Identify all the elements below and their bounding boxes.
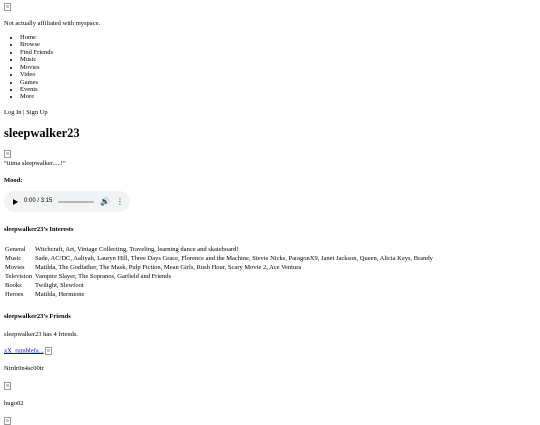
friend-name: Ntrdr0n4sc00tr [4,365,44,373]
table-row: Movies Matilda, The Godfather, The Mask,… [4,263,435,272]
audio-player: 0:00 / 3:15 🔊 ⋮ [4,191,130,213]
signup-link[interactable]: Sign Up [26,109,48,116]
audio-progress-track[interactable] [58,200,95,203]
interest-category: General [5,246,26,254]
profile-username: sleepwalker23 [4,125,80,140]
profile-quote: “iiima sleepwalker.....!” [4,159,66,167]
interest-category: Heroes [5,291,24,299]
interest-value: Matilda, The Godfather, The Mask, Pulp F… [34,264,302,272]
friend-avatar[interactable] [4,416,536,425]
audio-time: 0:00 / 3:15 [24,198,53,205]
login-link[interactable]: Log In [4,109,22,116]
friend-name: hugo02 [4,400,24,408]
interest-value: Sade, AC/DC, Aaliyah, Lauryn Hill, Three… [34,255,433,263]
nav-item-browse[interactable]: Browse [20,41,536,48]
broken-image-icon [4,416,11,425]
table-row: Books Twilight, Slewfoot [4,281,435,290]
table-row: Television Vampire Slayer, The Sopranos,… [4,272,435,281]
list-item: xX_rumblefa... [4,346,536,355]
nav-item-home[interactable]: Home [20,34,536,41]
interests-table: General Witchcraft, Art, Vintage Collect… [4,245,435,299]
interest-category: Books [5,282,22,290]
interests-heading: sleepwalker23’s Interests [4,226,74,234]
profile-page: Not actually affiliated with myspace. Ho… [0,0,540,425]
nav-menu: Home Browse Find Friends Music Movies Vi… [4,34,536,101]
auth-separator: | [23,108,25,116]
avatar [4,149,536,158]
friend-avatar[interactable] [4,381,536,390]
interest-value: Vampire Slayer, The Sopranos, Garfield a… [34,273,172,281]
broken-image-icon [4,149,11,158]
friend-link[interactable]: xX_rumblefa... [4,347,44,354]
interest-value: Matilda, Hermione [34,291,85,299]
more-options-icon[interactable]: ⋮ [116,197,124,206]
friends-count-text: sleepwalker23 has 4 friends. [4,331,79,338]
nav-item-movies[interactable]: Movies [20,64,536,71]
nav-item-events[interactable]: Events [20,86,536,93]
auth-links: Log In | Sign Up [4,109,536,117]
table-row: General Witchcraft, Art, Vintage Collect… [4,245,435,254]
broken-image-icon [4,3,11,11]
interest-value: Witchcraft, Art, Vintage Collecting, Tra… [34,246,239,254]
table-row: Music Sade, AC/DC, Aaliyah, Lauryn Hill,… [4,254,435,263]
nav-item-more[interactable]: More [20,93,536,100]
friend-avatar-icon[interactable] [45,346,53,355]
disclaimer-text: Not actually affiliated with myspace. [4,20,101,28]
nav-item-games[interactable]: Games [20,79,536,86]
play-icon[interactable] [13,198,18,205]
nav-item-music[interactable]: Music [20,56,536,63]
table-row: Heroes Matilda, Hermione [4,290,435,299]
mood-label: Mood: [4,176,23,184]
broken-image-icon [4,381,11,390]
interest-category: Movies [5,264,25,272]
interest-category: Television [5,273,32,281]
friends-heading: sleepwalker23’s Friends [4,313,71,321]
interest-value: Twilight, Slewfoot [34,282,84,290]
site-logo-image [4,3,536,11]
volume-icon[interactable]: 🔊 [100,197,110,206]
nav-item-find-friends[interactable]: Find Friends [20,49,536,56]
interest-category: Music [5,255,22,263]
nav-item-video[interactable]: Video [20,71,536,78]
